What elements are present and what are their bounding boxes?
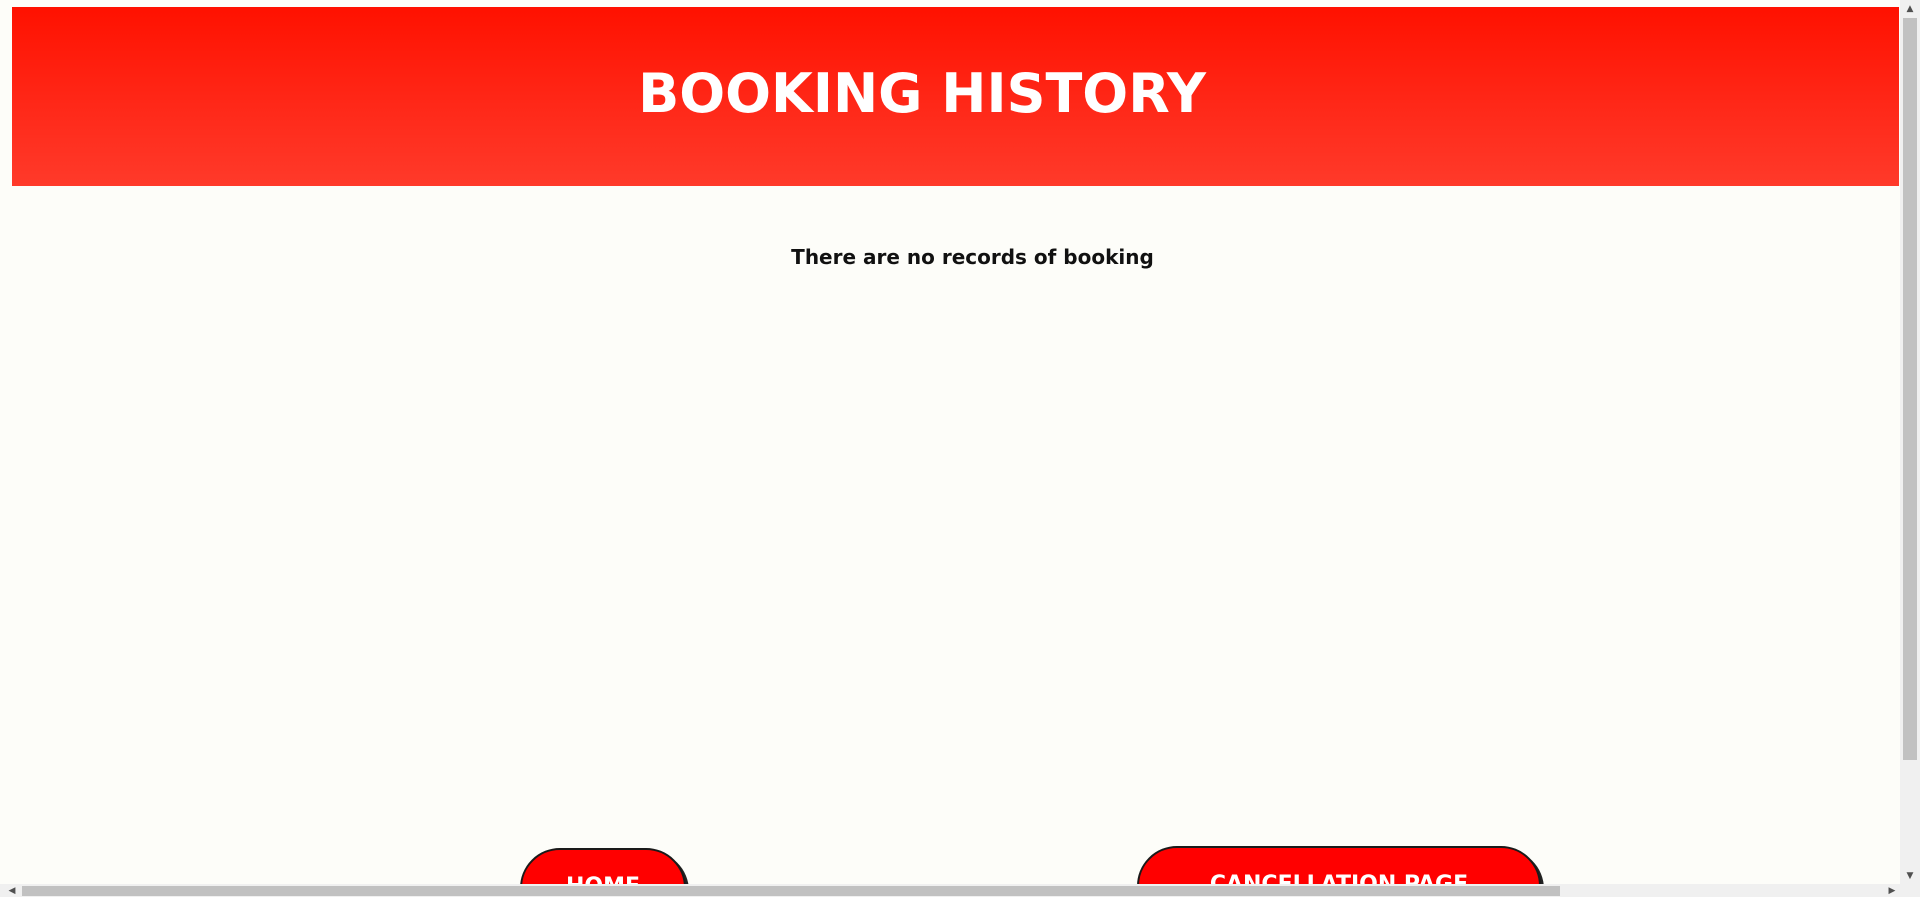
vertical-scrollbar[interactable]: ▲ ▼ (1900, 0, 1920, 884)
scroll-right-icon[interactable]: ▶ (1884, 884, 1900, 897)
page-header: BOOKING HISTORY (12, 7, 1899, 186)
scroll-left-icon[interactable]: ◀ (4, 884, 20, 897)
vertical-scroll-thumb[interactable] (1903, 18, 1917, 760)
horizontal-scrollbar[interactable]: ◀ ▶ (0, 884, 1920, 897)
empty-state-message: There are no records of booking (791, 245, 1154, 269)
horizontal-scroll-thumb[interactable] (22, 886, 1560, 896)
scroll-up-icon[interactable]: ▲ (1900, 1, 1920, 17)
page-title: BOOKING HISTORY (638, 61, 1206, 125)
scroll-down-icon[interactable]: ▼ (1900, 868, 1920, 884)
page: BOOKING HISTORY There are no records of … (0, 0, 1920, 897)
